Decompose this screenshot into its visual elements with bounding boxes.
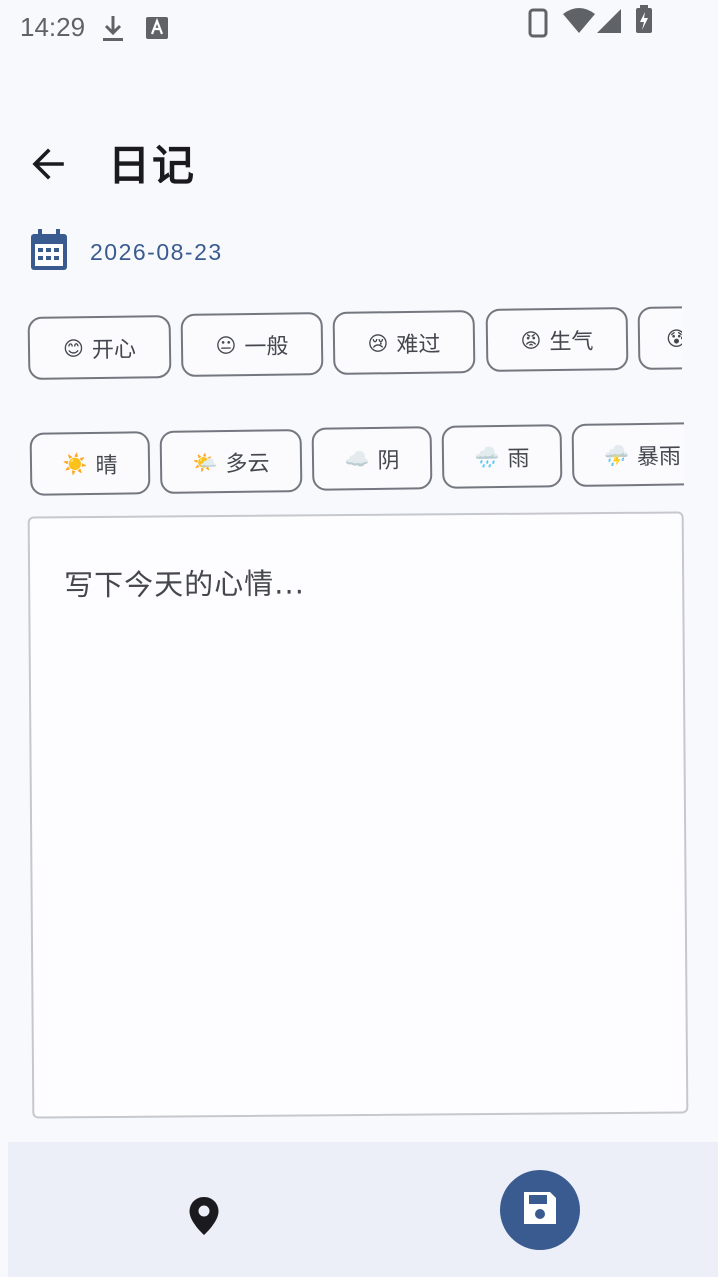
- page-title: 日记: [108, 141, 197, 190]
- save-icon: [521, 1189, 559, 1231]
- phone-icon: [528, 8, 548, 42]
- anxious-face-emoji-icon: 😰: [665, 325, 682, 351]
- weather-chip-cloudy[interactable]: 🌤️ 多云: [159, 429, 303, 494]
- mood-chip-anxious[interactable]: 😰: [637, 305, 682, 370]
- weather-label: 暴雨: [636, 443, 682, 470]
- rain-cloud-icon: 🌧️: [474, 444, 500, 469]
- weather-chip-row: ☀️ 晴 🌤️ 多云 ☁️ 阴 🌧️ 雨 ⛈️ 暴雨: [0, 416, 684, 506]
- smile-emoji-icon: 😊: [62, 335, 85, 361]
- angry-face-emoji-icon: 😡: [520, 327, 542, 353]
- weather-label: 多云: [225, 450, 270, 477]
- save-button[interactable]: [500, 1170, 580, 1250]
- mood-chip-angry[interactable]: 😡 生气: [485, 307, 629, 372]
- back-button[interactable]: [22, 140, 74, 192]
- mood-label: 难过: [396, 331, 441, 358]
- location-button[interactable]: [176, 1190, 232, 1246]
- diary-screen: 14:29 日记 2026-08-23 😊 开心 😐 一般 😢 难过 😡 生气 …: [0, 0, 718, 1277]
- mood-chip-sad[interactable]: 😢 难过: [332, 310, 476, 375]
- bottom-action-bar: [8, 1142, 718, 1277]
- weather-chip-sunny[interactable]: ☀️ 晴: [29, 431, 151, 496]
- status-bar: 14:29: [0, 0, 718, 56]
- thunder-cloud-rain-icon: ⛈️: [603, 442, 630, 468]
- arrow-left-icon: [28, 144, 68, 188]
- crying-face-emoji-icon: 😢: [367, 330, 389, 356]
- weather-label: 阴: [377, 448, 400, 474]
- mood-chip-neutral[interactable]: 😐 一般: [180, 312, 324, 377]
- mood-chip-happy[interactable]: 😊 开心: [27, 315, 172, 380]
- diary-text-area[interactable]: 写下今天的心情...: [27, 511, 689, 1119]
- location-pin-icon: [188, 1196, 220, 1240]
- sun-icon: ☀️: [62, 451, 88, 476]
- app-bar: 日记: [0, 130, 718, 202]
- download-icon: [100, 14, 126, 48]
- weather-label: 晴: [95, 453, 118, 479]
- date-row[interactable]: 2026-08-23: [30, 229, 223, 275]
- battery-charging-icon: [634, 4, 654, 38]
- mood-chip-row: 😊 开心 😐 一般 😢 难过 😡 生气 😰: [0, 300, 682, 390]
- cloud-icon: ☁️: [344, 446, 370, 471]
- calendar-icon: [30, 229, 68, 275]
- sun-behind-cloud-icon: 🌤️: [192, 449, 218, 475]
- mood-label: 一般: [244, 333, 289, 360]
- weather-chip-overcast[interactable]: ☁️ 阴: [311, 426, 433, 491]
- text-a-icon: [145, 16, 169, 44]
- wifi-icon: [562, 8, 596, 38]
- mood-label: 生气: [549, 328, 594, 355]
- mood-label: 开心: [91, 336, 137, 363]
- neutral-face-emoji-icon: 😐: [215, 332, 237, 358]
- diary-placeholder: 写下今天的心情...: [64, 566, 305, 603]
- weather-chip-rain[interactable]: 🌧️ 雨: [441, 424, 563, 489]
- date-text: 2026-08-23: [90, 238, 223, 265]
- weather-label: 雨: [507, 446, 530, 472]
- signal-icon: [596, 8, 622, 38]
- weather-chip-storm[interactable]: ⛈️ 暴雨: [571, 422, 684, 487]
- status-time: 14:29: [20, 12, 86, 42]
